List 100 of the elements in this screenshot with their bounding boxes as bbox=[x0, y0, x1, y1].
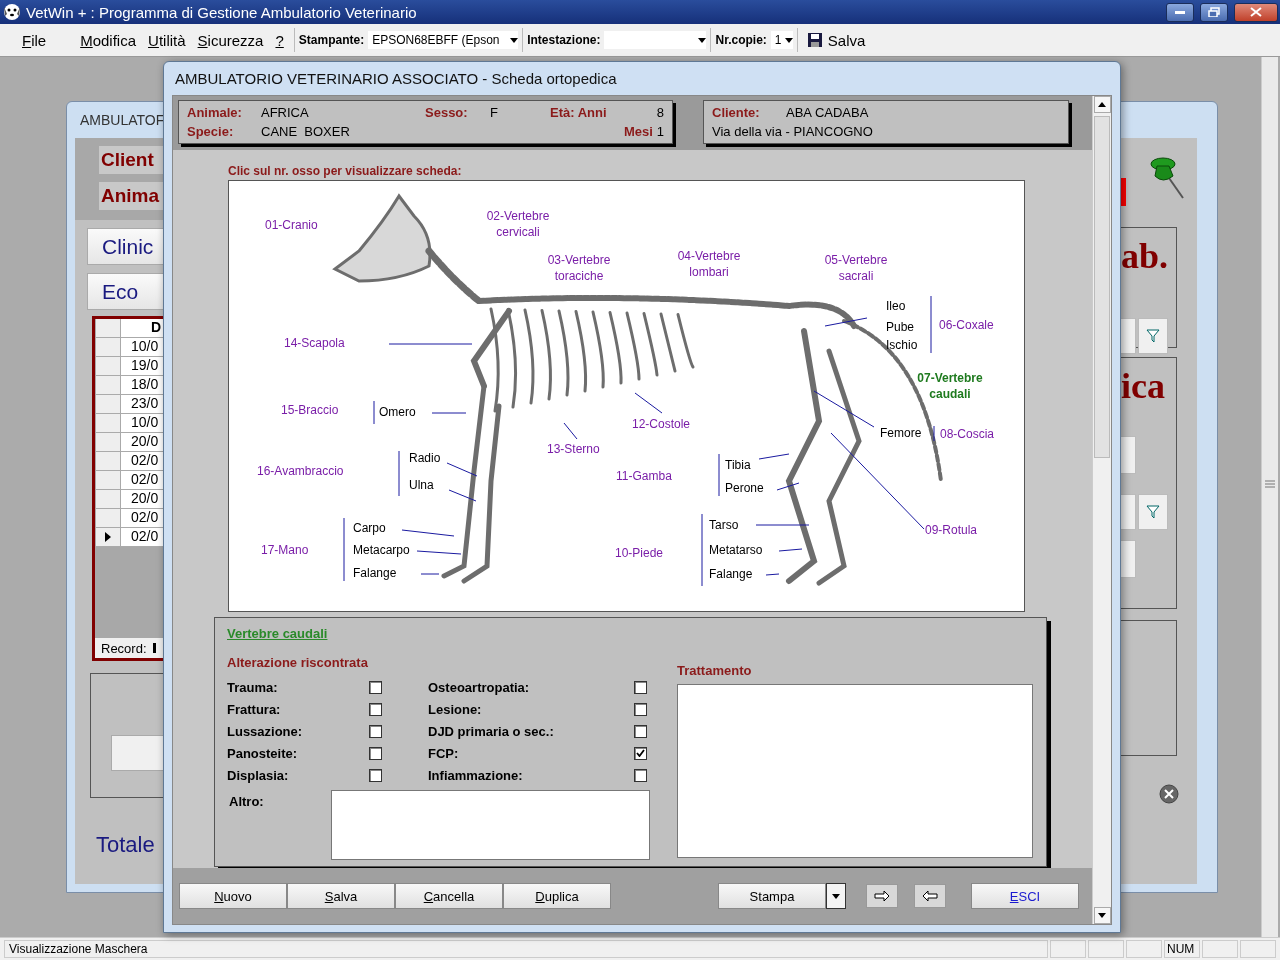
checkbox[interactable] bbox=[369, 680, 382, 694]
bone-link[interactable]: 14-Scapola bbox=[284, 335, 345, 351]
checkbox-label: Displasia: bbox=[227, 767, 290, 783]
form-button[interactable]: Salva bbox=[287, 883, 395, 909]
table-cell: 02/0 bbox=[121, 471, 164, 490]
arrow-left-icon bbox=[922, 890, 938, 902]
close-button[interactable] bbox=[1234, 2, 1278, 22]
other-text-area[interactable] bbox=[331, 790, 650, 860]
form-button[interactable]: Duplica bbox=[503, 883, 611, 909]
bone-link[interactable]: 15-Braccio bbox=[281, 402, 339, 418]
arrow-left-button[interactable] bbox=[914, 884, 946, 908]
field-label: Animale: bbox=[187, 105, 243, 120]
scrollbar[interactable] bbox=[1261, 57, 1278, 937]
section-heading: ab. bbox=[1121, 238, 1170, 274]
leader-line bbox=[401, 529, 455, 537]
filter-button[interactable] bbox=[1138, 318, 1168, 354]
leader-line bbox=[563, 422, 578, 440]
bone-link[interactable]: 03-Vertebre toraciche bbox=[531, 252, 627, 284]
bone-part-label: Tibia bbox=[725, 457, 751, 473]
bone-link[interactable]: 08-Coscia bbox=[940, 426, 995, 442]
section-label: Trattamento bbox=[677, 663, 753, 679]
filter-button[interactable] bbox=[1138, 494, 1168, 530]
bone-link[interactable]: 09-Rotula bbox=[925, 522, 978, 538]
pushpin-icon[interactable] bbox=[1149, 154, 1185, 200]
checkbox[interactable] bbox=[634, 768, 647, 782]
row-selector[interactable] bbox=[95, 528, 121, 547]
checkbox[interactable] bbox=[634, 680, 647, 694]
field-value: 8 bbox=[656, 105, 664, 120]
bone-link[interactable]: 05-Vertebre sacrali bbox=[808, 252, 904, 284]
copies-label: Nr.copie: bbox=[715, 33, 767, 47]
nav-button[interactable]: Clinic bbox=[87, 228, 164, 265]
bone-link[interactable]: 10-Piede bbox=[615, 545, 664, 561]
exit-button[interactable]: ESCI bbox=[971, 883, 1079, 909]
close-icon[interactable] bbox=[1159, 784, 1179, 804]
select-all-corner[interactable] bbox=[95, 319, 121, 338]
input-field[interactable] bbox=[1121, 540, 1136, 578]
table-cell: 18/0 bbox=[121, 376, 164, 395]
bone-link[interactable]: 17-Mano bbox=[261, 542, 309, 558]
bone-link[interactable]: 01-Cranio bbox=[265, 217, 318, 233]
bone-link[interactable]: 07-Vertebre caudali bbox=[902, 370, 998, 402]
input-field[interactable] bbox=[1121, 318, 1136, 354]
field-label: Client bbox=[99, 146, 164, 174]
checkbox[interactable] bbox=[369, 724, 382, 738]
bone-link[interactable]: 13-Sterno bbox=[547, 441, 600, 457]
dog-head-icon bbox=[2, 2, 22, 22]
bone-part-label: Tarso bbox=[709, 517, 739, 533]
nav-button[interactable]: Eco bbox=[87, 273, 164, 310]
checkbox[interactable] bbox=[634, 702, 647, 716]
first-record-icon[interactable] bbox=[152, 643, 159, 653]
menu-item[interactable]: Modifica bbox=[74, 31, 143, 49]
menu-item[interactable]: ? bbox=[269, 31, 290, 49]
table-cell: 02/0 bbox=[121, 452, 164, 471]
bone-link[interactable]: 04-Vertebre lombari bbox=[661, 248, 757, 280]
leader-line bbox=[431, 412, 467, 414]
copies-dropdown[interactable]: 1 bbox=[770, 31, 793, 49]
menu-item[interactable]: File bbox=[16, 31, 53, 49]
restore-icon bbox=[1208, 7, 1220, 17]
checkbox-label: Infiammazione: bbox=[428, 767, 524, 783]
bracket-line bbox=[933, 425, 935, 442]
bone-part-label: Falange bbox=[353, 565, 397, 581]
input-field[interactable] bbox=[1121, 494, 1136, 530]
form-button[interactable]: Nuovo bbox=[179, 883, 287, 909]
scroll-thumb[interactable] bbox=[1094, 116, 1110, 458]
bone-part-label: Ischio bbox=[886, 337, 918, 353]
caret-icon bbox=[784, 37, 793, 43]
checkbox[interactable] bbox=[369, 746, 382, 760]
client-address: Via della via - PIANCOGNO bbox=[712, 124, 874, 139]
restore-button[interactable] bbox=[1200, 2, 1228, 22]
table-cell: 10/0 bbox=[121, 338, 164, 357]
printer-dropdown[interactable]: EPSON68EBFF (Epson bbox=[368, 31, 519, 49]
print-button[interactable]: Stampa bbox=[718, 883, 826, 909]
checkbox[interactable] bbox=[634, 724, 647, 738]
bone-link[interactable]: 02-Vertebre cervicali bbox=[470, 208, 566, 240]
save-button[interactable]: Salva bbox=[801, 31, 872, 49]
minimize-button[interactable] bbox=[1166, 2, 1194, 22]
bone-link[interactable]: 16-Avambraccio bbox=[257, 463, 344, 479]
print-dropdown-button[interactable] bbox=[826, 883, 846, 909]
checkbox[interactable] bbox=[369, 702, 382, 716]
current-row-icon bbox=[105, 532, 111, 542]
bracket-line bbox=[373, 400, 375, 425]
bone-link[interactable]: 06-Coxale bbox=[939, 317, 994, 333]
bone-part-label: Metatarso bbox=[709, 542, 763, 558]
bone-link[interactable]: 12-Costole bbox=[632, 416, 691, 432]
dialog-title: AMBULATORIO VETERINARIO ASSOCIATO - Scheda ortopedica bbox=[175, 70, 617, 87]
checkbox-label: Lesione: bbox=[428, 701, 483, 717]
menu-item[interactable]: Utilità bbox=[142, 31, 192, 49]
scroll-up-icon bbox=[1098, 102, 1106, 107]
bone-part-label: Radio bbox=[409, 450, 441, 466]
checkbox[interactable] bbox=[369, 768, 382, 782]
arrow-right-button[interactable] bbox=[866, 884, 898, 908]
menu-item[interactable]: Sicurezza bbox=[191, 31, 270, 49]
panel-button[interactable] bbox=[111, 735, 164, 771]
bone-link[interactable]: 11-Gamba bbox=[616, 468, 672, 484]
input-field[interactable] bbox=[1121, 436, 1136, 474]
bracket-line bbox=[718, 453, 720, 497]
table-cell: 23/0 bbox=[121, 395, 164, 414]
scrollbar[interactable] bbox=[1092, 96, 1111, 924]
section-title: Vertebre caudali bbox=[227, 626, 329, 641]
form-button[interactable]: Cancella bbox=[395, 883, 503, 909]
checkbox[interactable] bbox=[634, 746, 647, 760]
